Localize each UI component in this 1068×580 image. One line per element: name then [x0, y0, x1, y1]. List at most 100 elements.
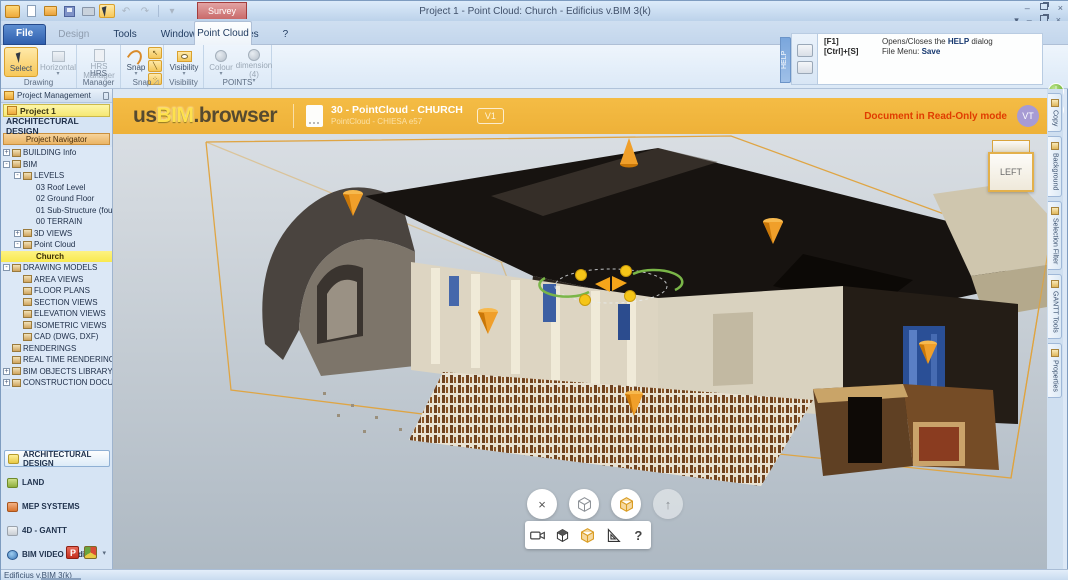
panel-tab-label: Properties: [1051, 360, 1059, 392]
product-cube-icon[interactable]: [84, 546, 97, 559]
wireframe-cube-button[interactable]: [569, 489, 599, 519]
chevron-down-icon[interactable]: ▾: [102, 549, 106, 557]
tree-item-label: CONSTRUCTION DOCUMENTS: [23, 378, 112, 387]
measure-button[interactable]: [602, 524, 624, 546]
tree-item[interactable]: 02 Ground Floor: [1, 193, 112, 205]
tree-item[interactable]: CAD (DWG, DXF): [1, 331, 112, 343]
colour-button[interactable]: Colour ▾: [206, 47, 236, 77]
tree-item[interactable]: Church: [1, 251, 112, 263]
tree-item[interactable]: REAL TIME RENDERING & VRi: [1, 354, 112, 366]
tree-item[interactable]: AREA VIEWS: [1, 274, 112, 286]
menu-tab[interactable]: ?: [271, 25, 301, 45]
tree-item[interactable]: - LEVELS: [1, 170, 112, 182]
version-badge[interactable]: V1: [477, 108, 504, 124]
snap-point-toggle[interactable]: ↖: [148, 47, 162, 59]
camera-view-button[interactable]: [527, 524, 549, 546]
contact-icon[interactable]: [797, 44, 813, 57]
panel-tab-label: Background: [1051, 153, 1059, 190]
user-avatar[interactable]: VT: [1017, 105, 1039, 127]
app-icon[interactable]: [5, 5, 20, 18]
snap-line-toggle[interactable]: ╲: [148, 60, 162, 72]
select-tool-button[interactable]: [99, 4, 115, 18]
manuals-icon[interactable]: [797, 61, 813, 74]
new-document-button[interactable]: [23, 4, 39, 18]
snap-dialog-launcher[interactable]: ◿: [153, 79, 161, 87]
right-panel-tab[interactable]: Background: [1048, 136, 1062, 196]
tree-item-icon: [23, 298, 32, 306]
view-cube-top-face[interactable]: [992, 140, 1030, 152]
tree-item[interactable]: + BUILDING Info: [1, 147, 112, 159]
tree-expander[interactable]: +: [3, 379, 10, 386]
solid-cube-button[interactable]: [611, 489, 641, 519]
orbit-cube-button[interactable]: [552, 524, 574, 546]
tree-item[interactable]: ELEVATION VIEWS: [1, 308, 112, 320]
tree-expander[interactable]: +: [3, 149, 10, 156]
visibility-button[interactable]: Visibility ▾: [167, 47, 201, 77]
tree-item[interactable]: + CONSTRUCTION DOCUMENTS: [1, 377, 112, 389]
quick-access-more-button[interactable]: ▾: [164, 4, 180, 18]
undo-button[interactable]: ↶: [118, 4, 134, 18]
select-button[interactable]: Select: [4, 47, 38, 77]
save-button[interactable]: [61, 4, 77, 18]
tree-item[interactable]: + BIM OBJECTS LIBRARY: [1, 366, 112, 378]
tree-item[interactable]: - Point Cloud: [1, 239, 112, 251]
close-tool-button[interactable]: ×: [527, 489, 557, 519]
right-panel-tab[interactable]: Selection Filter: [1048, 201, 1062, 270]
module-button[interactable]: ARCHITECTURAL DESIGN: [4, 450, 110, 467]
menu-tab[interactable]: File: [3, 24, 46, 45]
tree-item-label: ISOMETRIC VIEWS: [34, 321, 106, 330]
help-vertical-tab[interactable]: HELP: [780, 37, 791, 83]
tree-item[interactable]: SECTION VIEWS: [1, 297, 112, 309]
menu-tab[interactable]: Design: [46, 25, 101, 45]
upload-view-button[interactable]: ↑: [653, 489, 683, 519]
document-info: 30 - PointCloud - CHURCH PointCloud - CH…: [331, 105, 463, 127]
3d-viewport[interactable]: LEFT × ↑: [113, 134, 1047, 569]
close-button[interactable]: ×: [1058, 3, 1063, 13]
module-button[interactable]: MEP SYSTEMS: [4, 498, 110, 515]
horizontal-button[interactable]: Horizontal ▾: [40, 47, 76, 77]
print-button[interactable]: [80, 4, 96, 18]
open-folder-button[interactable]: [42, 4, 58, 18]
view-cube-left-face[interactable]: LEFT: [988, 152, 1034, 192]
model-cube-button[interactable]: [577, 524, 599, 546]
dimension-button[interactable]: dimension (4) ▾: [238, 47, 270, 77]
tree-expander[interactable]: +: [3, 368, 10, 375]
tab-point-cloud[interactable]: Point Cloud: [194, 21, 252, 45]
tree-item[interactable]: RENDERINGS: [1, 343, 112, 355]
redo-button[interactable]: ↷: [137, 4, 153, 18]
tree-item[interactable]: 00 TERRAIN: [1, 216, 112, 228]
tree-expander[interactable]: -: [3, 161, 10, 168]
right-panel-tab[interactable]: Copy: [1048, 93, 1062, 132]
tree-expander[interactable]: -: [14, 241, 21, 248]
tree-item[interactable]: 01 Sub-Structure (foundations: [1, 205, 112, 217]
tree-item[interactable]: ISOMETRIC VIEWS: [1, 320, 112, 332]
module-button[interactable]: LAND: [4, 474, 110, 491]
tree-item-icon: [12, 264, 21, 272]
tree-item-icon: [12, 379, 21, 387]
tree-item-label: ELEVATION VIEWS: [34, 309, 106, 318]
pin-icon[interactable]: [103, 92, 109, 100]
module-button[interactable]: 4D - GANTT: [4, 522, 110, 539]
tree-item[interactable]: - DRAWING MODELS: [1, 262, 112, 274]
project-name: Project 1: [20, 106, 56, 116]
tree-item[interactable]: - BIM: [1, 159, 112, 171]
minimize-button[interactable]: –: [1025, 3, 1030, 13]
viewer-help-button[interactable]: ?: [627, 524, 649, 546]
panel-tab-label: GANTT Tools: [1051, 291, 1059, 333]
tree-item-label: FLOOR PLANS: [34, 286, 90, 295]
primus-icon[interactable]: P: [66, 546, 79, 559]
tree-item-label: 3D VIEWS: [34, 229, 72, 238]
tree-expander[interactable]: -: [14, 172, 21, 179]
restore-button[interactable]: [1040, 3, 1048, 10]
view-cube[interactable]: LEFT: [988, 140, 1034, 192]
right-panel-tab[interactable]: Properties: [1048, 343, 1062, 398]
snap-button[interactable]: Snap ▾: [123, 47, 149, 77]
tree-item[interactable]: + 3D VIEWS: [1, 228, 112, 240]
right-panel-tab[interactable]: GANTT Tools: [1048, 274, 1062, 339]
menu-tab[interactable]: Tools: [101, 25, 148, 45]
module-label: MEP SYSTEMS: [22, 502, 80, 511]
tree-item[interactable]: FLOOR PLANS: [1, 285, 112, 297]
tree-expander[interactable]: +: [14, 230, 21, 237]
tree-expander[interactable]: -: [3, 264, 10, 271]
tree-item[interactable]: 03 Roof Level: [1, 182, 112, 194]
